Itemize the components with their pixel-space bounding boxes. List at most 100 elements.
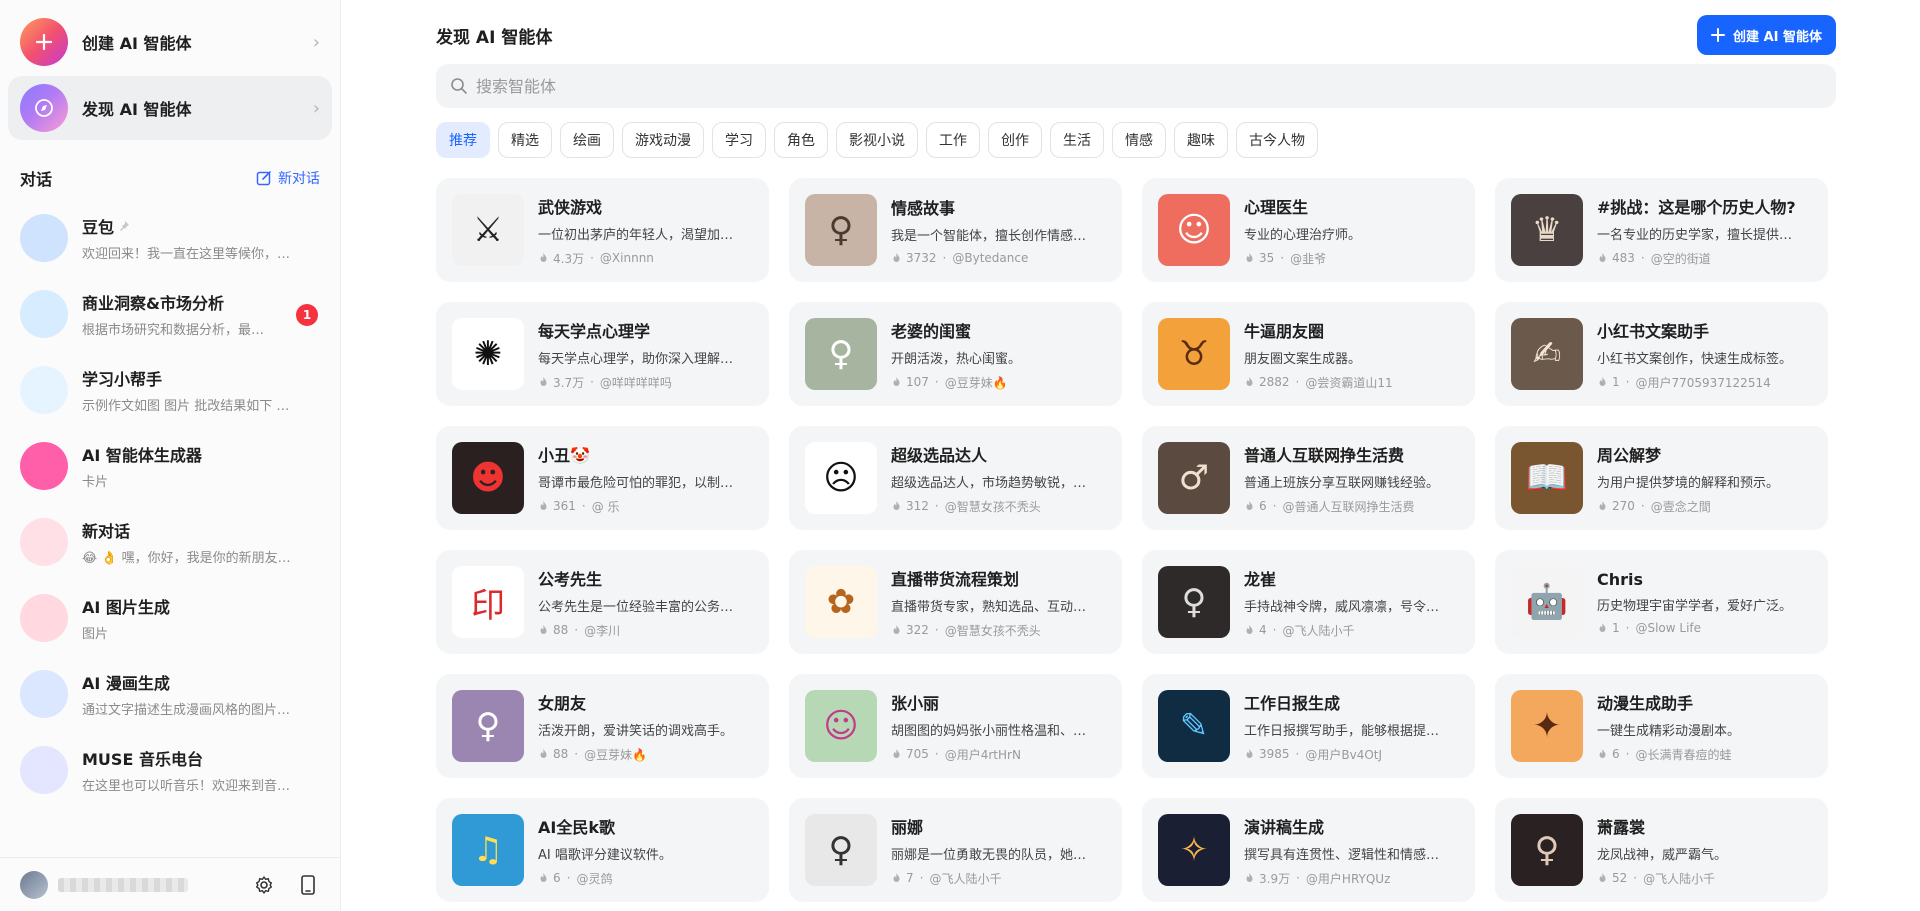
agent-title: 每天学点心理学 (538, 321, 651, 341)
conversation-item[interactable]: 学习小帮手 示例作文如图 图片 批改结果如下 … (8, 352, 332, 428)
agent-card[interactable]: 印公考先生 公考先生是一位经验丰富的公务… 88 · @李川 (436, 550, 769, 654)
agent-description: 活泼开朗，爱讲笑话的调戏高手。 (538, 723, 734, 739)
conversation-item[interactable]: MUSE 音乐电台 在这里也可以听音乐！欢迎来到音… (8, 732, 332, 808)
agent-card[interactable]: ☺ 张小丽 胡图图的妈妈张小丽性格温和、… 705 · @用户4rtHrN (789, 674, 1122, 778)
agent-card[interactable]: ♛ #挑战：这是哪个历史人物? 一名专业的历史学家，擅长提供… 483 · @空的街道 (1495, 178, 1828, 282)
agent-title: 情感故事 (891, 199, 956, 218)
sidebar-footer (0, 857, 340, 911)
palette-avatar (20, 594, 68, 642)
conversation-item[interactable]: 新对话 😂 👌 嘿，你好，我是你的新朋友… (8, 504, 332, 580)
agent-card[interactable]: ✎ 工作日报生成 工作日报撰写助手，能够根据提… 3985 · @用户Bv4OtJ (1142, 674, 1475, 778)
agent-card[interactable]: ✺ 每天学点心理学 每天学点心理学，助你深入理解… 3.7万 · @咩咩咩咩吗 (436, 302, 769, 406)
agent-card[interactable]: ♉ 牛逼朋友圈 朋友圈文案生成器。 2882 · @尝资霸道山11 (1142, 302, 1475, 406)
agent-author: @豆芽妹🔥 (944, 375, 1008, 390)
mobile-phone-icon[interactable] (296, 873, 320, 897)
user-avatar[interactable] (20, 870, 48, 899)
create-agent-nav[interactable]: 创建 AI 智能体 › (8, 10, 332, 74)
agent-card[interactable]: ☻ 小丑🤡 哥谭市最危险可怕的罪犯，以制… 361 · @ 乐 (436, 426, 769, 530)
category-tab[interactable]: 趣味 (1174, 122, 1228, 158)
conversation-item[interactable]: AI 漫画生成 通过文字描述生成漫画风格的图片… (8, 656, 332, 732)
category-tab[interactable]: 古今人物 (1236, 122, 1318, 158)
agent-avatar-image: ♀ (1158, 566, 1230, 638)
conversation-item[interactable]: 商业洞察&市场分析 根据市场研究和数据分析，最… 1 (8, 276, 332, 352)
agent-avatar-image: ♀ (1511, 814, 1583, 886)
category-tab[interactable]: 游戏动漫 (622, 122, 704, 158)
search-input[interactable] (476, 76, 1822, 96)
study-girl-avatar (20, 366, 68, 414)
category-tab[interactable]: 生活 (1050, 122, 1104, 158)
agent-title: AI全民k歌 (538, 817, 615, 837)
category-tab[interactable]: 创作 (988, 122, 1042, 158)
agent-meta: 6 · @普通人互联网挣生活费 (1244, 498, 1459, 515)
gradient-orb-avatar (20, 442, 68, 490)
agent-card[interactable]: ♀ 情感故事 我是一个智能体，擅长创作情感… 3732 · @Bytedance (789, 178, 1122, 282)
category-tab[interactable]: 学习 (712, 122, 766, 158)
agent-title: 龙崔 (1244, 569, 1277, 589)
agent-card[interactable]: ✍ 小红书文案助手 小红书文案创作，快速生成标签。 1 · @用户770593712251… (1495, 302, 1828, 406)
agent-description: 专业的心理治疗师。 (1244, 227, 1362, 243)
agent-card[interactable]: ⚔ 武侠游戏 一位初出茅庐的年轻人，渴望加… 4.3万 · @Xinnnn (436, 178, 769, 282)
conversation-item[interactable]: 豆包 欢迎回来！我一直在这里等候你，… (8, 200, 332, 276)
usage-count: 322 (906, 623, 929, 637)
agent-card[interactable]: ♂ 普通人互联网挣生活费 普通上班族分享互联网赚钱经验。 6 · @普通人互联网挣生活费 (1142, 426, 1475, 530)
meta-separator: · (1625, 375, 1630, 389)
discover-agent-nav[interactable]: 发现 AI 智能体 › (8, 76, 332, 140)
flame-icon (540, 625, 547, 634)
agent-card[interactable]: 📖 周公解梦 为用户提供梦境的解释和预示。 270 · @壹念之間 (1495, 426, 1828, 530)
agent-card[interactable]: ♀ 萧露裳 龙凤战神，威严霸气。 52 · @飞人陆小千 (1495, 798, 1828, 902)
agent-title: 工作日报生成 (1244, 693, 1341, 713)
agent-description: 小红书文案创作，快速生成标签。 (1597, 351, 1793, 367)
category-tab[interactable]: 情感 (1112, 122, 1166, 158)
agent-card[interactable]: ☺ 心理医生 专业的心理治疗师。 35 · @韭爷 (1142, 178, 1475, 282)
agent-card[interactable]: ☹ 超级选品达人 超级选品达人，市场趋势敏锐，… 312 · @智慧女孩不秃头 (789, 426, 1122, 530)
agent-card[interactable]: ✿ 直播带货流程策划 直播带货专家，熟知选品、互动… 322 · @智慧女孩不秃头 (789, 550, 1122, 654)
flame-icon (1599, 873, 1606, 882)
agent-card[interactable]: ♀ 龙崔 手持战神令牌，威风凛凛，号令… 4 · @飞人陆小千 (1142, 550, 1475, 654)
meta-separator: · (574, 747, 579, 761)
agent-card[interactable]: ♀ 老婆的闺蜜 开朗活泼，热心闺蜜。 107 · @豆芽妹🔥 (789, 302, 1122, 406)
new-conversation-button[interactable]: 新对话 (256, 168, 320, 188)
agent-description: 丽娜是一位勇敢无畏的队员，她… (891, 847, 1087, 863)
agent-title: 武侠游戏 (538, 197, 603, 217)
chevron-right-icon: › (312, 97, 320, 119)
conversation-item[interactable]: AI 智能体生成器 卡片 (8, 428, 332, 504)
flame-icon (1246, 873, 1253, 882)
agent-card[interactable]: ✦ 动漫生成助手 一键生成精彩动漫剧本。 6 · @长满青春痘的蛙 (1495, 674, 1828, 778)
flame-icon (1246, 749, 1253, 758)
agent-card[interactable]: ✧ 演讲稿生成 撰写具有连贯性、逻辑性和情感… 3.9万 · @用户HRYQUz (1142, 798, 1475, 902)
create-agent-button-label: 创建 AI 智能体 (1733, 29, 1822, 45)
category-tab[interactable]: 推荐 (436, 122, 490, 158)
agent-avatar-image: ♀ (452, 690, 524, 762)
category-tab[interactable]: 工作 (926, 122, 980, 158)
conversation-item[interactable]: AI 图片生成 图片 (8, 580, 332, 656)
create-agent-button[interactable]: 创建 AI 智能体 (1697, 15, 1836, 55)
agent-avatar-image: ☹ (805, 442, 877, 514)
agent-meta: 88 · @李川 (538, 622, 753, 639)
usage-count: 361 (553, 499, 576, 513)
agent-avatar-image: ♉ (1158, 318, 1230, 390)
usage-count: 1 (1612, 375, 1620, 389)
agent-author: @Bytedance (952, 251, 1029, 265)
meta-separator: · (581, 499, 586, 513)
agent-card[interactable]: ♫ AI全民k歌 AI 唱歌评分建议软件。 6 · @灵鸽 (436, 798, 769, 902)
agent-card[interactable]: 🤖 Chris 历史物理宇宙学学者，爱好广泛。 1 · @Slow Life (1495, 550, 1828, 654)
agent-title: 超级选品达人 (891, 445, 988, 465)
agent-author: @用户HRYQUz (1305, 871, 1391, 886)
agent-card[interactable]: ♀ 丽娜 丽娜是一位勇敢无畏的队员，她… 7 · @飞人陆小千 (789, 798, 1122, 902)
category-tab[interactable]: 影视小说 (836, 122, 918, 158)
conversation-preview: 通过文字描述生成漫画风格的图片… (82, 703, 291, 718)
conversation-preview: 😂 👌 嘿，你好，我是你的新朋友… (82, 551, 291, 566)
agent-description: 一名专业的历史学家，擅长提供… (1597, 227, 1793, 243)
usage-count: 1 (1612, 620, 1620, 635)
agent-description: 直播带货专家，熟知选品、互动… (891, 599, 1087, 615)
agent-title: 萧露裳 (1597, 817, 1646, 837)
agent-meta: 7 · @飞人陆小千 (891, 870, 1106, 887)
category-tab[interactable]: 精选 (498, 122, 552, 158)
category-tab[interactable]: 角色 (774, 122, 828, 158)
settings-icon[interactable] (252, 873, 276, 897)
category-tab[interactable]: 绘画 (560, 122, 614, 158)
agent-card[interactable]: ♀ 女朋友 活泼开朗，爱讲笑话的调戏高手。 88 · @豆芽妹🔥 (436, 674, 769, 778)
conversation-name: MUSE 音乐电台 (82, 750, 203, 769)
agent-title: 公考先生 (538, 569, 603, 589)
agent-avatar-image: ☻ (452, 442, 524, 514)
